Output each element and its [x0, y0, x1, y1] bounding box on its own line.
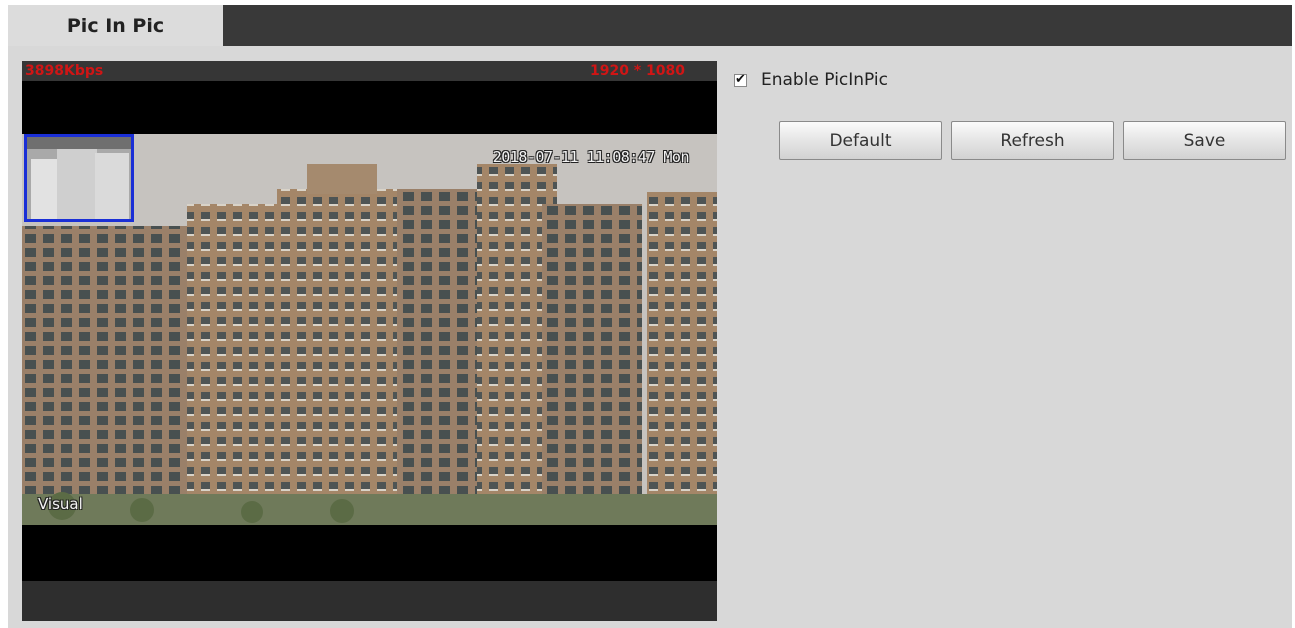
tab-pic-in-pic[interactable]: Pic In Pic	[8, 5, 223, 46]
video-preview: 3898Kbps 1920 * 1080 2018-07-11 11:08:47…	[22, 61, 717, 621]
enable-picinpic-row: Enable PicInPic	[734, 70, 888, 90]
pip-thumbnail	[27, 137, 131, 219]
main-panel: 3898Kbps 1920 * 1080 2018-07-11 11:08:47…	[8, 46, 1292, 628]
camera-image: 2018-07-11 11:08:47 Mon Visual	[22, 134, 717, 525]
resolution-readout: 1920 * 1080	[590, 63, 685, 79]
refresh-button[interactable]: Refresh	[951, 121, 1114, 160]
default-button[interactable]: Default	[779, 121, 942, 160]
enable-picinpic-checkbox[interactable]	[734, 72, 747, 87]
bitrate-readout: 3898Kbps	[25, 63, 104, 79]
timestamp-overlay: 2018-07-11 11:08:47 Mon	[492, 148, 690, 166]
video-info-bar: 3898Kbps 1920 * 1080	[22, 61, 717, 81]
action-buttons: Default Refresh Save	[779, 121, 1286, 160]
enable-picinpic-label[interactable]: Enable PicInPic	[761, 70, 888, 90]
pip-window[interactable]	[24, 134, 134, 222]
tab-bar: Pic In Pic	[8, 5, 1292, 46]
save-button[interactable]: Save	[1123, 121, 1286, 160]
channel-label-overlay: Visual	[38, 495, 83, 513]
